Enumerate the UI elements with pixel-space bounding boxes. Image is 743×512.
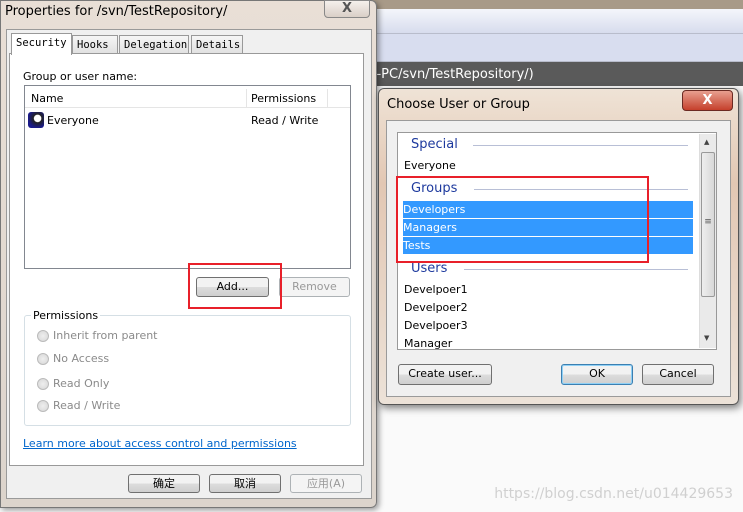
- choose-user-dialog: Choose User or Group X Special Everyone …: [378, 88, 739, 405]
- tab-details[interactable]: Details: [191, 35, 243, 54]
- users-group-icon: [28, 112, 44, 128]
- row-permissions: Read / Write: [251, 114, 319, 127]
- tab-security[interactable]: Security: [11, 33, 72, 55]
- apply-button[interactable]: 应用(A): [290, 474, 362, 493]
- list-item-everyone[interactable]: Everyone: [404, 157, 694, 174]
- tab-delegation[interactable]: Delegation: [119, 35, 189, 54]
- radio-no-access-label: No Access: [53, 352, 110, 365]
- dialog-ok-button[interactable]: OK: [561, 364, 633, 385]
- close-icon: X: [702, 93, 713, 108]
- list-item-user[interactable]: Manager: [404, 335, 694, 349]
- scroll-thumb[interactable]: ≡: [701, 152, 715, 297]
- create-user-button[interactable]: Create user...: [398, 364, 492, 385]
- radio-no-access[interactable]: [37, 353, 49, 365]
- highlight-box: [396, 176, 649, 263]
- list-item-user[interactable]: Develpoer2: [404, 299, 694, 316]
- close-icon: X: [341, 1, 353, 16]
- section-users: Users: [411, 261, 448, 276]
- highlight-box: [188, 263, 282, 309]
- learn-more-link[interactable]: Learn more about access control and perm…: [23, 437, 297, 450]
- radio-read-write-label: Read / Write: [53, 399, 121, 412]
- dialog-cancel-button[interactable]: Cancel: [642, 364, 714, 385]
- list-header: Name Permissions: [25, 89, 350, 108]
- cancel-button[interactable]: 取消: [209, 474, 281, 493]
- column-permissions[interactable]: Permissions: [251, 92, 316, 105]
- table-row[interactable]: Everyone Read / Write: [27, 112, 347, 129]
- scroll-up-icon[interactable]: ▲: [704, 138, 709, 146]
- remove-button[interactable]: Remove: [279, 277, 350, 297]
- scroll-down-icon[interactable]: ▼: [704, 334, 709, 342]
- column-name[interactable]: Name: [31, 92, 63, 105]
- divider: [464, 269, 688, 270]
- window-title: Properties for /svn/TestRepository/: [5, 4, 228, 19]
- section-special: Special: [411, 137, 458, 152]
- radio-read-write[interactable]: [37, 400, 49, 412]
- group-label: Group or user name:: [23, 70, 138, 83]
- dialog-client: Special Everyone Groups Developers Manag…: [386, 120, 731, 397]
- close-button[interactable]: X: [324, 0, 370, 18]
- permissions-group: Permissions Inherit from parent No Acces…: [24, 309, 351, 426]
- scrollbar[interactable]: ▲ ≡ ▼: [699, 134, 716, 348]
- list-item-user[interactable]: Develpoer1: [404, 281, 694, 298]
- list-item-user[interactable]: Develpoer3: [404, 317, 694, 334]
- dialog-title: Choose User or Group: [387, 97, 530, 112]
- radio-read-only[interactable]: [37, 378, 49, 390]
- properties-client: Security Hooks Delegation Details Group …: [6, 29, 372, 499]
- permissions-title: Permissions: [31, 309, 101, 322]
- radio-inherit-label: Inherit from parent: [53, 329, 158, 342]
- user-list[interactable]: Name Permissions Everyone Read / Write: [24, 85, 351, 269]
- row-name: Everyone: [47, 114, 99, 127]
- radio-inherit[interactable]: [37, 330, 49, 342]
- dialog-close-button[interactable]: X: [682, 90, 733, 111]
- watermark: https://blog.csdn.net/u014429653: [494, 486, 733, 502]
- properties-window: Properties for /svn/TestRepository/ X Se…: [0, 0, 377, 508]
- tab-hooks[interactable]: Hooks: [72, 35, 118, 54]
- background-path: ng-PC/svn/TestRepository/): [360, 67, 534, 82]
- divider: [473, 145, 688, 146]
- security-panel: Group or user name: Name Permissions Eve…: [9, 53, 364, 466]
- radio-read-only-label: Read Only: [53, 377, 110, 390]
- ok-button[interactable]: 确定: [128, 474, 200, 493]
